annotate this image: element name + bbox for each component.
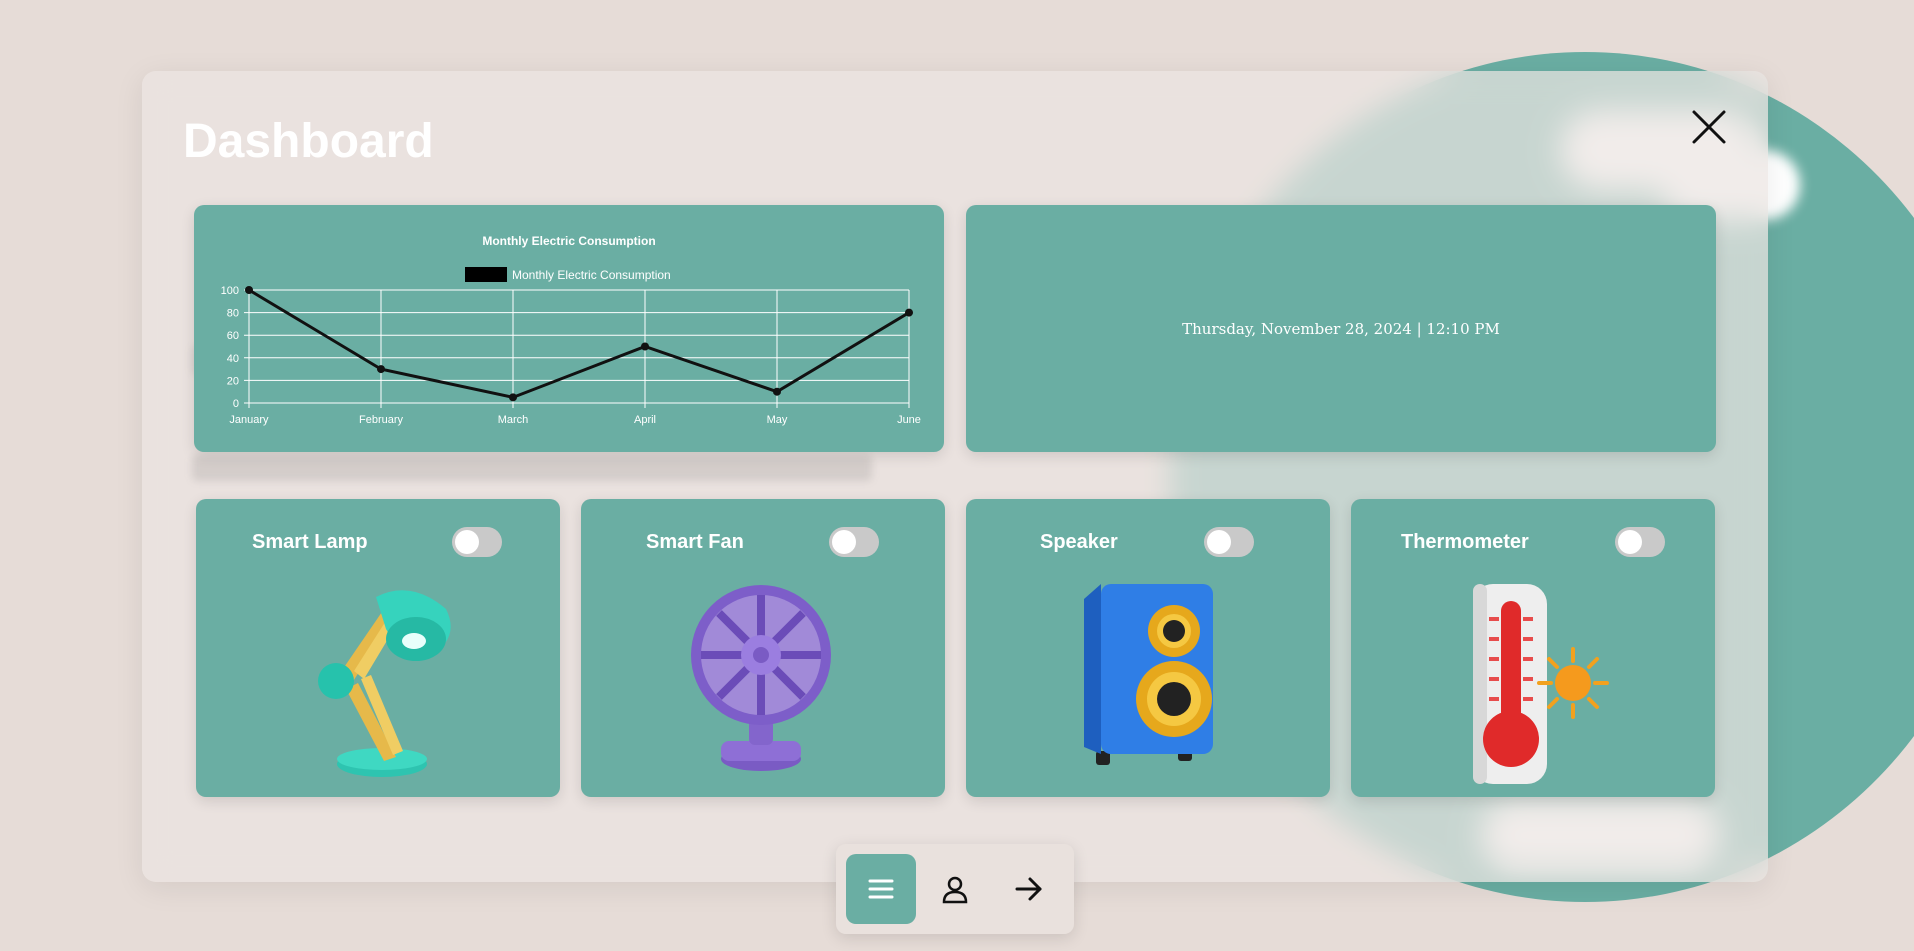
- legend-swatch: [465, 267, 507, 282]
- menu-icon: [868, 879, 894, 899]
- legend-label: Monthly Electric Consumption: [512, 268, 671, 282]
- data-point: [905, 308, 913, 317]
- x-tick-label: April: [634, 414, 656, 426]
- next-button[interactable]: [994, 854, 1064, 924]
- menu-button[interactable]: [846, 854, 916, 924]
- device-name: Speaker: [1040, 531, 1118, 553]
- chart-card: Monthly Electric Consumption Monthly Ele…: [194, 205, 944, 452]
- speaker-icon: [1084, 584, 1213, 765]
- data-point: [641, 342, 649, 351]
- device-card-smart-fan: Smart Fan: [581, 499, 945, 797]
- device-name: Smart Fan: [646, 531, 744, 553]
- y-tick-label: 80: [227, 308, 239, 320]
- x-tick-label: June: [897, 414, 921, 426]
- thermometer-toggle[interactable]: [1615, 527, 1665, 557]
- close-icon: [1692, 110, 1726, 144]
- series-line: [248, 288, 910, 399]
- toggle-knob: [1207, 530, 1231, 554]
- datetime-text: Thursday, November 28, 2024 | 12:10 PM: [1182, 320, 1500, 338]
- smart-lamp-toggle[interactable]: [452, 527, 502, 557]
- y-tick-label: 100: [221, 285, 239, 297]
- x-tick-label: January: [229, 414, 269, 426]
- device-card-smart-lamp: Smart Lamp: [196, 499, 560, 797]
- y-tick-label: 0: [233, 398, 239, 410]
- toggle-knob: [1618, 530, 1642, 554]
- x-tick-label: February: [359, 414, 404, 426]
- profile-button[interactable]: [920, 854, 990, 924]
- thermometer-icon: [1473, 584, 1609, 784]
- lamp-icon: [318, 590, 451, 777]
- page-title: Dashboard: [183, 115, 434, 168]
- y-tick-label: 60: [227, 330, 239, 342]
- close-button[interactable]: [1688, 106, 1730, 148]
- data-point: [377, 365, 385, 374]
- smart-fan-toggle[interactable]: [829, 527, 879, 557]
- device-card-speaker: Speaker: [966, 499, 1330, 797]
- x-tick-label: March: [498, 414, 529, 426]
- user-icon: [942, 876, 968, 904]
- data-point: [245, 286, 253, 294]
- device-name: Smart Lamp: [252, 531, 368, 553]
- data-point: [509, 393, 517, 402]
- chart-title: Monthly Electric Consumption: [482, 234, 655, 248]
- toggle-knob: [455, 530, 479, 554]
- x-tick-label: May: [767, 414, 788, 426]
- device-name: Thermometer: [1401, 531, 1529, 553]
- device-card-thermometer: Thermometer: [1351, 499, 1715, 797]
- y-tick-label: 20: [227, 375, 239, 387]
- y-tick-label: 40: [227, 353, 239, 365]
- fan-icon: [691, 585, 831, 771]
- consumption-chart: Monthly Electric Consumption Monthly Ele…: [221, 234, 921, 426]
- bottom-nav: [836, 844, 1074, 934]
- arrow-right-icon: [1015, 877, 1042, 901]
- blurred-background-text: [192, 455, 872, 481]
- toggle-knob: [832, 530, 856, 554]
- speaker-toggle[interactable]: [1204, 527, 1254, 557]
- datetime-card: Thursday, November 28, 2024 | 12:10 PM: [966, 205, 1716, 452]
- data-point: [773, 387, 781, 396]
